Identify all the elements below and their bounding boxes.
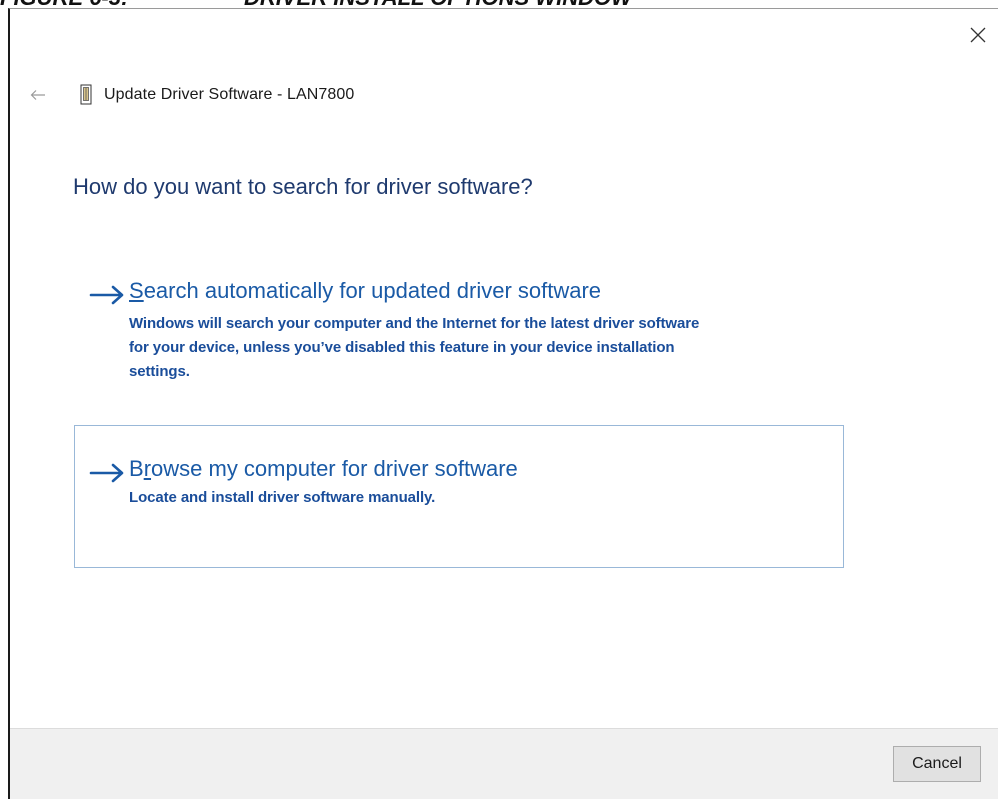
screenshot: FIGURE 6-3: DRIVER INSTALL OPTIONS WINDO… xyxy=(0,0,998,799)
description-line: Locate and install driver software manua… xyxy=(129,489,436,506)
search-automatically-option[interactable]: Search automatically for updated driver … xyxy=(74,267,844,401)
arrow-right-icon xyxy=(89,463,124,483)
description-line: settings. xyxy=(129,363,190,380)
description-line: for your device, unless you’ve disabled … xyxy=(129,339,675,356)
option-title-text: earch automatically for updated driver s… xyxy=(143,278,602,303)
arrow-right-icon xyxy=(89,285,124,305)
option-title-text: B xyxy=(129,456,144,481)
option-title: Browse my computer for driver software xyxy=(129,456,518,482)
option-title: Search automatically for updated driver … xyxy=(129,278,601,304)
cancel-button[interactable]: Cancel xyxy=(893,746,981,782)
close-button[interactable] xyxy=(958,15,998,55)
option-description: Windows will search your computer and th… xyxy=(129,312,829,384)
update-driver-dialog: Update Driver Software - LAN7800 How do … xyxy=(8,8,998,799)
dialog-title-bar: Update Driver Software - LAN7800 xyxy=(76,81,354,109)
window-title: Update Driver Software - LAN7800 xyxy=(104,86,355,103)
page-heading: How do you want to search for driver sof… xyxy=(73,174,533,199)
browse-computer-option[interactable]: Browse my computer for driver software L… xyxy=(74,425,844,568)
back-arrow-icon xyxy=(30,90,45,100)
close-icon xyxy=(970,27,986,43)
network-adapter-icon xyxy=(76,83,96,107)
back-button[interactable] xyxy=(26,85,50,105)
option-title-text: owse my computer for driver software xyxy=(151,456,518,481)
dialog-footer: Cancel xyxy=(10,728,998,799)
option-description: Locate and install driver software manua… xyxy=(129,486,435,510)
access-key: r xyxy=(143,456,152,481)
description-line: Windows will search your computer and th… xyxy=(129,315,700,332)
access-key: S xyxy=(129,278,144,303)
